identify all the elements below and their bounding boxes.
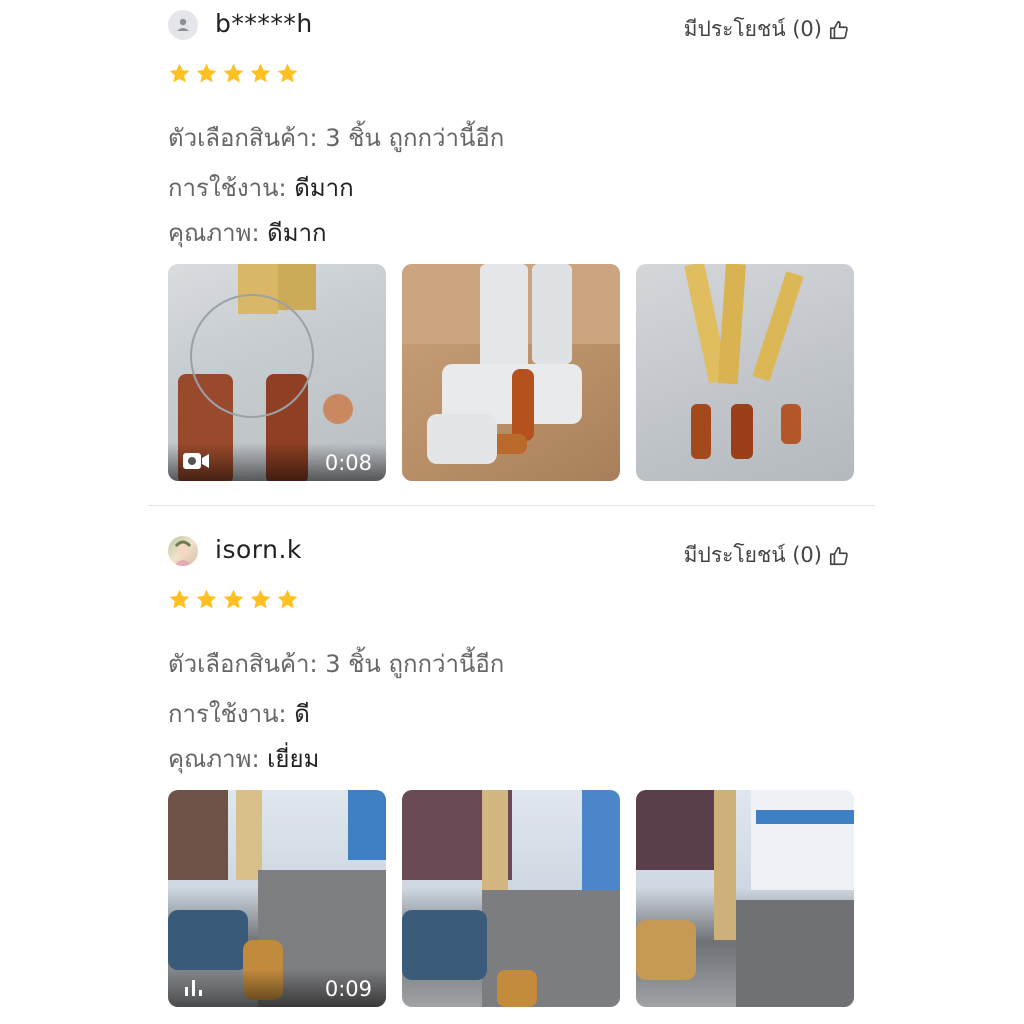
review-photo-thumbnail[interactable] <box>402 790 620 1007</box>
username[interactable]: isorn.k <box>215 535 302 564</box>
audio-bars-icon <box>185 980 202 996</box>
review-photo-thumbnail[interactable] <box>636 264 854 481</box>
helpful-label: มีประโยชน์ (0) <box>683 543 822 567</box>
star-rating <box>168 62 299 85</box>
quality-attribute: คุณภาพ: เยี่ยม <box>168 739 319 778</box>
star-icon <box>169 63 190 83</box>
review-video-thumbnail[interactable]: 0:09 <box>168 790 386 1007</box>
star-icon <box>223 589 244 609</box>
star-icon <box>277 589 298 609</box>
video-duration: 0:09 <box>324 977 372 1001</box>
avatar[interactable] <box>168 536 198 566</box>
review-video-thumbnail[interactable]: 0:08 <box>168 264 386 481</box>
thumbs-up-icon <box>829 546 848 565</box>
usage-label: การใช้งาน: <box>168 174 287 202</box>
review-photo-thumbnail[interactable] <box>402 264 620 481</box>
video-camera-icon <box>183 453 209 469</box>
avatar[interactable] <box>168 10 198 40</box>
helpful-label: มีประโยชน์ (0) <box>683 17 822 41</box>
quality-attribute: คุณภาพ: ดีมาก <box>168 213 327 252</box>
variant-label: ตัวเลือกสินค้า: 3 ชิ้น ถูกกว่านี้อีก <box>168 650 505 678</box>
user-photo-icon <box>174 540 192 566</box>
helpful-button[interactable]: มีประโยชน์ (0) <box>684 13 850 46</box>
usage-attribute: การใช้งาน: ดี <box>168 694 310 733</box>
variant-label: ตัวเลือกสินค้า: 3 ชิ้น ถูกกว่านี้อีก <box>168 124 505 152</box>
quality-value: ดีมาก <box>267 219 327 247</box>
star-rating <box>168 588 299 611</box>
review-divider <box>148 505 875 506</box>
review-media: 0:08 <box>168 264 854 481</box>
star-icon <box>196 589 217 609</box>
review-media: 0:09 <box>168 790 854 1007</box>
review-photo-thumbnail[interactable] <box>636 790 854 1007</box>
star-icon <box>277 63 298 83</box>
quality-value: เยี่ยม <box>267 745 320 773</box>
username[interactable]: b*****h <box>215 9 313 38</box>
video-duration: 0:08 <box>324 451 372 475</box>
star-icon <box>196 63 217 83</box>
star-icon <box>223 63 244 83</box>
usage-value: ดี <box>294 700 310 728</box>
star-icon <box>250 589 271 609</box>
helpful-button[interactable]: มีประโยชน์ (0) <box>684 539 850 572</box>
quality-label: คุณภาพ: <box>168 219 260 247</box>
star-icon <box>169 589 190 609</box>
user-icon <box>177 18 189 31</box>
star-icon <box>250 63 271 83</box>
usage-attribute: การใช้งาน: ดีมาก <box>168 168 354 207</box>
usage-value: ดีมาก <box>294 174 354 202</box>
quality-label: คุณภาพ: <box>168 745 260 773</box>
thumbs-up-icon <box>829 20 848 39</box>
usage-label: การใช้งาน: <box>168 700 287 728</box>
